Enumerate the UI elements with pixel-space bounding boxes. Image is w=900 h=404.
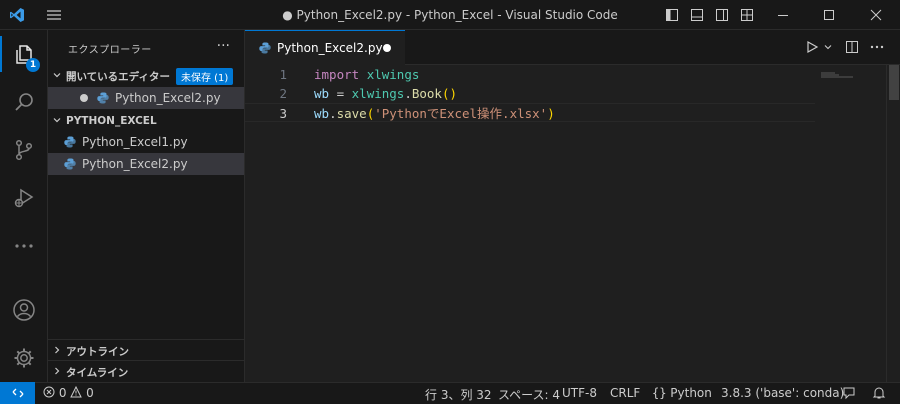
language-mode[interactable]: {} Python [652,386,712,400]
python-interpreter[interactable]: 3.8.3 ('base': conda) [721,386,844,400]
unsaved-dot-icon[interactable] [383,44,391,52]
line-number: 3 [279,106,287,121]
code-token: ) [547,106,555,121]
python-file-icon [97,92,109,104]
end-of-line[interactable]: CRLF [610,386,640,400]
encoding[interactable]: UTF-8 [562,386,597,400]
toggle-panel-icon[interactable] [689,7,705,23]
code-token: save [336,106,367,121]
timeline-label: タイムライン [66,366,129,379]
run-python-file-icon[interactable] [805,39,819,58]
file-item-python-excel1[interactable]: Python_Excel1.py [48,131,244,153]
error-count: 0 [58,386,67,400]
chevron-right-icon [48,345,66,358]
code-text: import xlwings [314,65,419,84]
code-token: Book [411,86,442,101]
outline-label: アウトライン [66,345,129,358]
code-token: wb [314,86,330,101]
code-token: 'PythonでExcel操作.xlsx' [374,106,548,121]
problems-status[interactable]: 0 0 [43,385,94,400]
code-line: 1 import xlwings [245,65,815,84]
run-debug-icon[interactable] [0,176,48,220]
explorer-icon[interactable]: 1 [0,32,48,76]
maximize-icon[interactable] [821,7,837,23]
chevron-down-icon [48,70,66,83]
file-name: Python_Excel2.py [82,157,188,171]
code-token: xlwings [366,67,420,82]
open-editors-section[interactable]: 開いているエディター 未保存 (1) [48,65,244,87]
title-bar: ● Python_Excel2.py - Python_Excel - Visu… [0,0,900,30]
python-file-icon [64,136,76,148]
editor-tabs: Python_Excel2.py [245,30,900,65]
outline-section[interactable]: アウトライン [48,339,244,362]
code-editor[interactable]: 1 import xlwings 2 wb = xlwings.Book() 3… [245,65,900,382]
code-line-current: 3 wb.save('PythonでExcel操作.xlsx') [245,103,815,122]
line-number: 1 [279,67,287,82]
code-line: 2 wb = xlwings.Book() [245,84,815,103]
remote-indicator-icon[interactable] [0,382,35,404]
more-icon[interactable] [0,224,48,268]
warning-icon [70,385,86,400]
open-editor-filename: Python_Excel2.py [115,91,221,105]
project-section[interactable]: PYTHON_EXCEL [48,110,244,132]
close-icon[interactable] [868,7,884,23]
code-token: . [404,86,412,101]
unsaved-badge: 未保存 (1) [175,67,234,85]
editor-more-actions-icon[interactable] [869,39,885,58]
sidebar-title: エクスプローラー [68,45,152,56]
chevron-right-icon [48,366,66,379]
scrollbar-thumb[interactable] [889,65,899,100]
language-label: Python [670,386,712,400]
file-name: Python_Excel1.py [82,135,188,149]
unsaved-dot-icon[interactable] [80,94,88,102]
python-file-icon [64,158,76,170]
window-title: ● Python_Excel2.py - Python_Excel - Visu… [282,8,618,22]
chevron-down-icon [48,115,66,128]
explorer-sidebar: エクスプローラー ··· 開いているエディター 未保存 (1) Python_E… [48,30,245,382]
code-token: . [329,106,337,121]
account-icon[interactable] [0,288,48,332]
search-icon[interactable] [0,80,48,124]
code-token: wb [314,106,330,121]
feedback-icon[interactable] [842,386,856,403]
editor-scrollbar[interactable] [886,65,900,382]
run-dropdown-chevron-icon[interactable] [823,39,833,58]
minimize-icon[interactable] [775,7,791,23]
code-token: import [314,67,360,82]
toggle-secondary-sidebar-icon[interactable] [714,7,730,23]
cursor-position[interactable]: 行 3、列 32 [425,386,492,403]
python-file-icon [259,42,271,54]
warning-count: 0 [86,386,94,400]
open-editors-label: 開いているエディター [66,70,170,83]
activity-bar: 1 [0,30,48,382]
indentation[interactable]: スペース: 4 [498,386,560,403]
open-editor-item[interactable]: Python_Excel2.py [48,87,244,109]
code-text: wb = xlwings.Book() [314,84,457,103]
split-editor-icon[interactable] [844,39,860,58]
error-icon [43,386,59,400]
tab-label: Python_Excel2.py [277,41,383,55]
code-token: () [441,86,458,101]
settings-gear-icon[interactable] [0,336,48,380]
sidebar-more-icon[interactable]: ··· [217,38,230,54]
toggle-primary-sidebar-icon[interactable] [664,7,680,23]
line-number: 2 [279,86,287,101]
editor-tab[interactable]: Python_Excel2.py [245,30,405,65]
customize-layout-icon[interactable] [739,7,755,23]
code-token: xlwings [351,86,405,101]
file-item-python-excel2[interactable]: Python_Excel2.py [48,153,244,175]
minimap[interactable] [821,67,855,78]
project-label: PYTHON_EXCEL [66,115,157,127]
notifications-bell-icon[interactable] [872,386,886,403]
braces-icon: {} [652,386,667,400]
explorer-badge: 1 [26,58,40,72]
source-control-icon[interactable] [0,128,48,172]
code-token: = [329,86,352,101]
timeline-section[interactable]: タイムライン [48,360,244,383]
code-text: wb.save('PythonでExcel操作.xlsx') [314,104,555,123]
status-bar: 0 0 行 3、列 32 スペース: 4 UTF-8 CRLF {} Pytho… [0,382,900,404]
